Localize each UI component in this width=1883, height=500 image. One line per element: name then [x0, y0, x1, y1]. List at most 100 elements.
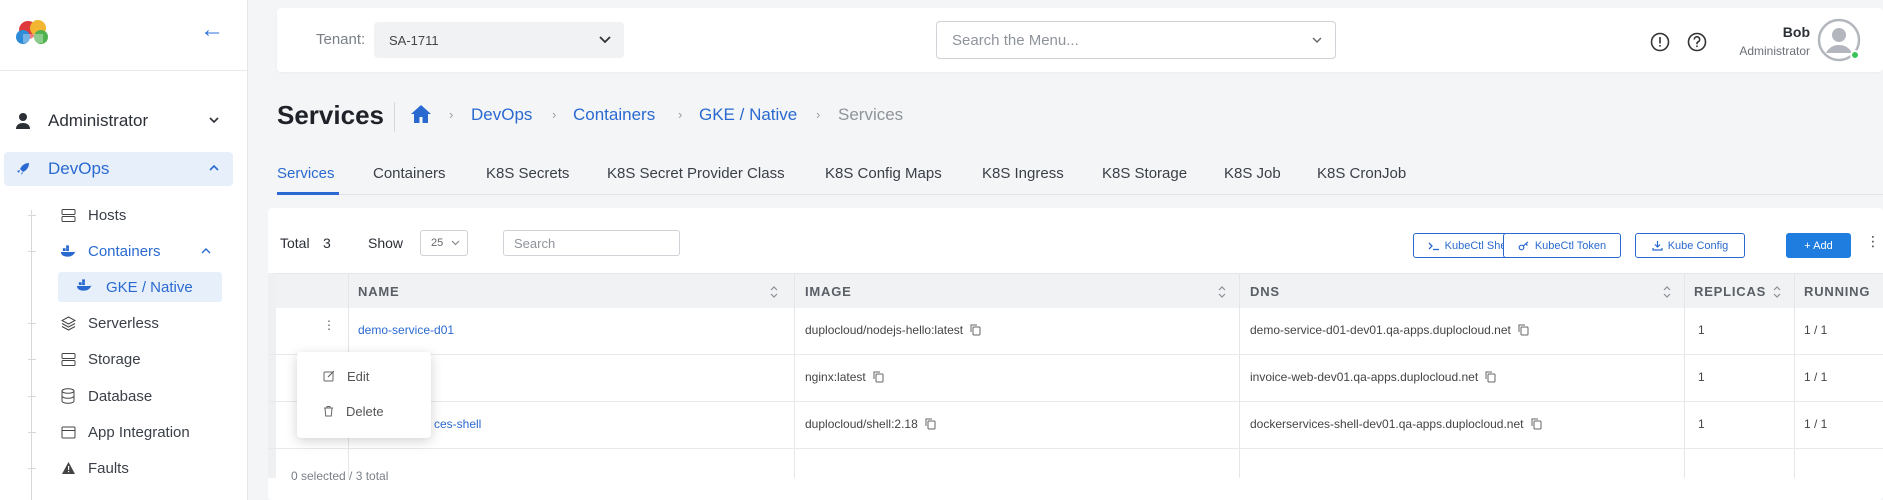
- kube-config-button[interactable]: Kube Config: [1635, 233, 1745, 258]
- sidebar-item-label: Database: [88, 387, 153, 405]
- sidebar-item-containers[interactable]: Containers: [28, 236, 211, 266]
- table-row[interactable]: nginx:latest invoice-web-dev01.qa-apps.d…: [268, 355, 1883, 402]
- tenant-label: Tenant:: [316, 31, 366, 48]
- chevron-down-icon: [1312, 37, 1322, 43]
- table-row[interactable]: ⋮ demo-service-d01 duplocloud/nodejs-hel…: [268, 308, 1883, 355]
- breadcrumb-devops[interactable]: DevOps: [471, 105, 532, 125]
- tab-services[interactable]: Services: [277, 165, 335, 182]
- tab-k8s-secret-provider-class[interactable]: K8S Secret Provider Class: [607, 165, 785, 182]
- edit-menu-item[interactable]: Edit: [297, 361, 431, 391]
- sidebar-item-serverless[interactable]: Serverless: [28, 308, 159, 338]
- title-divider: [394, 102, 395, 132]
- add-button[interactable]: + Add: [1786, 233, 1851, 258]
- more-options-icon[interactable]: ⋮: [1866, 234, 1880, 248]
- breadcrumb-separator: ›: [552, 107, 557, 122]
- docker-icon: [60, 243, 76, 259]
- running-value: 1 / 1: [1804, 417, 1828, 431]
- tab-k8s-config-maps[interactable]: K8S Config Maps: [825, 165, 942, 182]
- copy-icon[interactable]: [1531, 418, 1542, 430]
- copy-icon[interactable]: [873, 371, 884, 383]
- copy-icon[interactable]: [925, 418, 936, 430]
- sidebar-item-storage[interactable]: Storage: [28, 344, 141, 374]
- collapse-sidebar-icon[interactable]: ←: [200, 18, 224, 42]
- delete-menu-item[interactable]: Delete: [297, 396, 431, 426]
- alert-icon[interactable]: [1650, 32, 1670, 52]
- sidebar-item-hosts[interactable]: Hosts: [28, 200, 126, 230]
- column-header-dns[interactable]: DNS: [1250, 284, 1280, 299]
- sidebar-item-administrator[interactable]: Administrator: [4, 104, 233, 138]
- sidebar-item-label: Hosts: [88, 206, 127, 224]
- table-search-placeholder: Search: [514, 235, 556, 251]
- sort-icon[interactable]: [770, 285, 778, 299]
- sidebar-item-label: Containers: [88, 242, 161, 260]
- table-header: NAME IMAGE DNS REPLICAS RUNNING: [268, 273, 1883, 308]
- column-header-running[interactable]: RUNNING: [1804, 284, 1870, 299]
- tab-k8s-secrets[interactable]: K8S Secrets: [486, 165, 569, 182]
- sidebar-divider: [0, 70, 248, 71]
- rocket-icon: [14, 160, 32, 178]
- row-context-menu: Edit Delete: [297, 352, 431, 438]
- kubectl-token-label: KubeCtl Token: [1534, 239, 1607, 252]
- database-icon: [60, 388, 76, 404]
- sidebar-item-gke-native[interactable]: GKE / Native: [58, 272, 222, 302]
- sidebar-item-faults[interactable]: Faults: [28, 453, 129, 483]
- sort-icon[interactable]: [1218, 285, 1226, 299]
- docker-icon: [76, 279, 92, 295]
- kube-config-label: Kube Config: [1667, 239, 1729, 252]
- tab-containers[interactable]: Containers: [373, 165, 446, 182]
- total-count: 3: [323, 235, 331, 251]
- key-icon: [1518, 241, 1530, 251]
- delete-label: Delete: [346, 403, 384, 419]
- tenant-select[interactable]: SA-1711: [374, 22, 624, 58]
- image-cell: duplocloud/nodejs-hello:latest: [805, 323, 981, 337]
- row-actions-icon[interactable]: ⋮: [323, 319, 335, 331]
- copy-icon[interactable]: [970, 324, 981, 336]
- copy-icon[interactable]: [1518, 324, 1529, 336]
- image-cell: nginx:latest: [805, 370, 884, 384]
- dns-value: invoice-web-dev01.qa-apps.duplocloud.net: [1250, 370, 1479, 384]
- edit-icon: [323, 370, 335, 382]
- page-size-select[interactable]: 25: [420, 230, 468, 256]
- sidebar-item-label: DevOps: [48, 159, 110, 178]
- menu-search-placeholder: Search the Menu...: [952, 31, 1079, 49]
- sort-icon[interactable]: [1663, 285, 1671, 299]
- tab-k8s-ingress[interactable]: K8S Ingress: [982, 165, 1064, 182]
- service-name-link[interactable]: ces-shell: [434, 417, 481, 431]
- breadcrumb-gke-native[interactable]: GKE / Native: [699, 105, 797, 125]
- tab-k8s-cronjob[interactable]: K8S CronJob: [1317, 165, 1406, 182]
- sidebar-item-app-integration[interactable]: App Integration: [28, 417, 190, 447]
- table-row[interactable]: ces-shell duplocloud/shell:2.18 dockerse…: [268, 402, 1883, 449]
- user-name: Bob: [1782, 24, 1810, 40]
- tab-k8s-storage[interactable]: K8S Storage: [1102, 165, 1187, 182]
- sidebar-item-label: Faults: [88, 459, 129, 477]
- sidebar-item-database[interactable]: Database: [28, 381, 152, 411]
- running-value: 1 / 1: [1804, 323, 1828, 337]
- total-label: Total: [280, 235, 310, 251]
- column-header-replicas[interactable]: REPLICAS: [1694, 284, 1766, 299]
- dns-cell: dockerservices-shell-dev01.qa-apps.duplo…: [1250, 417, 1542, 431]
- sort-icon[interactable]: [1773, 285, 1781, 299]
- replicas-value: 1: [1698, 370, 1705, 384]
- column-header-name[interactable]: NAME: [358, 284, 399, 299]
- sidebar-item-devops[interactable]: DevOps: [4, 152, 233, 186]
- duplocloud-logo[interactable]: [14, 16, 52, 46]
- help-icon[interactable]: [1687, 32, 1707, 52]
- table-search-input[interactable]: Search: [503, 230, 680, 256]
- server-icon: [60, 351, 76, 367]
- kubectl-token-button[interactable]: KubeCtl Token: [1503, 233, 1621, 258]
- show-label: Show: [368, 235, 404, 251]
- copy-icon[interactable]: [1485, 371, 1496, 383]
- menu-search-input[interactable]: Search the Menu...: [936, 21, 1336, 59]
- user-icon: [14, 112, 32, 130]
- sidebar-item-label: App Integration: [88, 423, 190, 441]
- service-name-link[interactable]: demo-service-d01: [358, 323, 454, 337]
- user-role: Administrator: [1739, 44, 1810, 58]
- replicas-value: 1: [1698, 323, 1705, 337]
- trash-icon: [323, 405, 334, 417]
- tab-k8s-job[interactable]: K8S Job: [1224, 165, 1281, 182]
- breadcrumb-separator: ›: [678, 107, 683, 122]
- column-header-image[interactable]: IMAGE: [805, 284, 852, 299]
- breadcrumb-containers[interactable]: Containers: [573, 105, 655, 125]
- page-size-value: 25: [431, 237, 444, 249]
- home-icon[interactable]: [410, 104, 432, 124]
